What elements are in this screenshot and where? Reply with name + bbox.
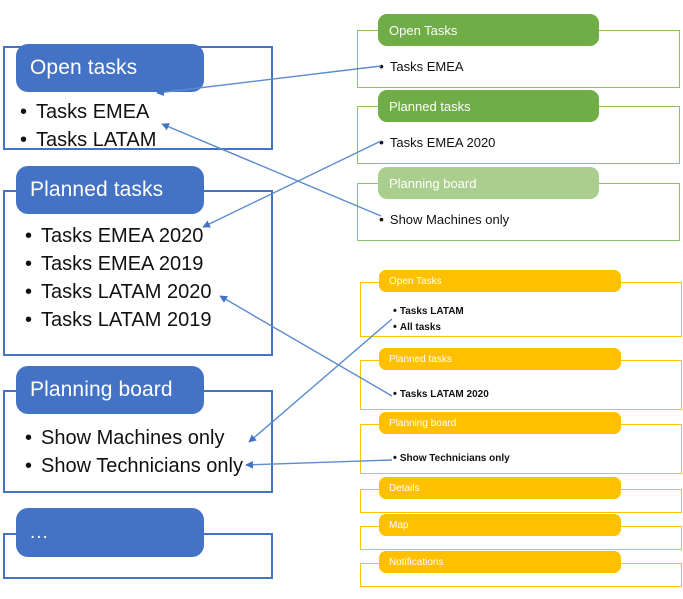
card-orange-planning-board[interactable]: Planning board • Show Technicians only: [360, 412, 682, 474]
card-item-list: • Show Machines only • Show Technicians …: [25, 428, 275, 484]
left-planned-tasks-item-3: Tasks LATAM 2019: [41, 309, 212, 331]
card-orange-open-tasks[interactable]: Open Tasks • Tasks LATAM • All tasks: [360, 270, 682, 337]
card-header-green-planned-tasks[interactable]: Planned tasks: [378, 90, 599, 122]
card-open-tasks[interactable]: Open tasks • Tasks EMEA • Tasks LATAM: [3, 22, 273, 150]
card-green-planning-board[interactable]: Planning board • Show Machines only: [357, 167, 680, 241]
bullet-dot-icon: •: [25, 455, 33, 477]
card-header-label: Notifications: [389, 556, 444, 568]
card-item-list: • Tasks LATAM 2020: [393, 389, 673, 405]
card-item-list: • Tasks EMEA: [379, 59, 669, 79]
left-planned-tasks-item-0: Tasks EMEA 2020: [41, 225, 204, 247]
bullet-dot-icon: •: [25, 225, 33, 247]
left-planned-tasks-item-1: Tasks EMEA 2019: [41, 253, 204, 275]
list-item[interactable]: • Tasks LATAM: [393, 306, 673, 317]
card-header-more[interactable]: ...: [16, 508, 204, 557]
card-orange-notifications[interactable]: Notifications: [360, 551, 682, 587]
orange-open-tasks-item-0: Tasks LATAM: [399, 306, 464, 317]
card-header-orange-open-tasks[interactable]: Open Tasks: [379, 270, 621, 292]
bullet-dot-icon: •: [25, 253, 33, 275]
card-header-orange-planning-board[interactable]: Planning board: [379, 412, 621, 434]
card-orange-map[interactable]: Map: [360, 514, 682, 550]
list-item[interactable]: • All tasks: [393, 322, 673, 333]
bullet-dot-icon: •: [25, 427, 33, 449]
list-item[interactable]: • Show Machines only: [25, 428, 275, 448]
card-header-label: Open Tasks: [389, 22, 458, 38]
card-item-list: • Tasks EMEA 2020 • Tasks EMEA 2019 • Ta…: [25, 226, 275, 338]
left-open-tasks-item-0: Tasks EMEA: [36, 101, 150, 123]
card-header-label: Planning board: [389, 175, 477, 191]
left-open-tasks-item-1: Tasks LATAM: [36, 129, 157, 151]
card-planned-tasks[interactable]: Planned tasks • Tasks EMEA 2020 • Tasks …: [3, 166, 273, 356]
orange-planning-board-item-0: Show Technicians only: [399, 453, 510, 464]
left-planned-tasks-item-2: Tasks LATAM 2020: [41, 281, 212, 303]
card-header-planning-board[interactable]: Planning board: [16, 366, 204, 414]
bullet-dot-icon: •: [379, 211, 384, 227]
card-orange-planned-tasks[interactable]: Planned tasks • Tasks LATAM 2020: [360, 348, 682, 410]
card-item-list: • Show Technicians only: [393, 453, 673, 469]
list-item[interactable]: • Tasks EMEA 2020: [379, 135, 669, 149]
card-header-planned-tasks[interactable]: Planned tasks: [16, 166, 204, 214]
list-item[interactable]: • Tasks LATAM 2020: [393, 389, 673, 400]
list-item[interactable]: • Tasks EMEA: [20, 102, 270, 122]
list-item[interactable]: • Tasks EMEA 2020: [25, 226, 275, 246]
card-planning-board[interactable]: Planning board • Show Machines only • Sh…: [3, 366, 273, 493]
orange-planned-tasks-item-0: Tasks LATAM 2020: [399, 389, 489, 400]
card-header-label: Planning board: [30, 378, 173, 401]
bullet-dot-icon: •: [20, 101, 28, 123]
card-header-label: Planning board: [389, 417, 457, 429]
bullet-dot-icon: •: [393, 305, 397, 317]
bullet-dot-icon: •: [393, 452, 397, 464]
card-header-orange-map[interactable]: Map: [379, 514, 621, 536]
left-planning-board-item-1: Show Technicians only: [41, 455, 243, 477]
card-header-label: Map: [389, 519, 409, 531]
card-item-list: • Tasks LATAM • All tasks: [393, 306, 673, 338]
bullet-dot-icon: •: [393, 388, 397, 400]
card-header-label: Open Tasks: [389, 275, 442, 287]
card-header-label: Planned tasks: [389, 353, 452, 365]
card-orange-details[interactable]: Details: [360, 477, 682, 513]
card-header-green-open-tasks[interactable]: Open Tasks: [378, 14, 599, 46]
card-header-label: ...: [30, 521, 49, 543]
card-item-list: • Tasks EMEA 2020: [379, 135, 669, 155]
list-item[interactable]: • Tasks LATAM 2020: [25, 282, 275, 302]
card-header-orange-planned-tasks[interactable]: Planned tasks: [379, 348, 621, 370]
list-item[interactable]: • Show Machines only: [379, 212, 669, 226]
bullet-dot-icon: •: [379, 134, 384, 150]
diagram-canvas: Open tasks • Tasks EMEA • Tasks LATAM Pl…: [0, 0, 683, 599]
orange-open-tasks-item-1: All tasks: [399, 322, 441, 333]
card-header-label: Planned tasks: [30, 178, 164, 201]
bullet-dot-icon: •: [25, 309, 33, 331]
list-item[interactable]: • Show Technicians only: [393, 453, 673, 464]
green-open-tasks-item-0: Tasks EMEA: [389, 59, 464, 74]
card-header-orange-notifications[interactable]: Notifications: [379, 551, 621, 573]
card-header-label: Details: [389, 482, 420, 494]
card-more[interactable]: ...: [3, 508, 273, 579]
bullet-dot-icon: •: [379, 58, 384, 74]
card-green-planned-tasks[interactable]: Planned tasks • Tasks EMEA 2020: [357, 90, 680, 164]
card-header-green-planning-board[interactable]: Planning board: [378, 167, 599, 199]
list-item[interactable]: • Tasks EMEA: [379, 59, 669, 73]
bullet-dot-icon: •: [20, 129, 28, 151]
card-item-list: • Show Machines only: [379, 212, 669, 232]
card-item-list: • Tasks EMEA • Tasks LATAM: [20, 102, 270, 158]
list-item[interactable]: • Show Technicians only: [25, 456, 275, 476]
bullet-dot-icon: •: [25, 281, 33, 303]
card-header-open-tasks[interactable]: Open tasks: [16, 44, 204, 92]
card-green-open-tasks[interactable]: Open Tasks • Tasks EMEA: [357, 14, 680, 88]
card-header-orange-details[interactable]: Details: [379, 477, 621, 499]
card-header-label: Planned tasks: [389, 98, 471, 114]
green-planned-tasks-item-0: Tasks EMEA 2020: [389, 135, 496, 150]
green-planning-board-item-0: Show Machines only: [389, 212, 510, 227]
list-item[interactable]: • Tasks LATAM 2019: [25, 310, 275, 330]
card-header-label: Open tasks: [30, 56, 138, 79]
list-item[interactable]: • Tasks EMEA 2019: [25, 254, 275, 274]
bullet-dot-icon: •: [393, 321, 397, 333]
left-planning-board-item-0: Show Machines only: [41, 427, 225, 449]
list-item[interactable]: • Tasks LATAM: [20, 130, 270, 150]
